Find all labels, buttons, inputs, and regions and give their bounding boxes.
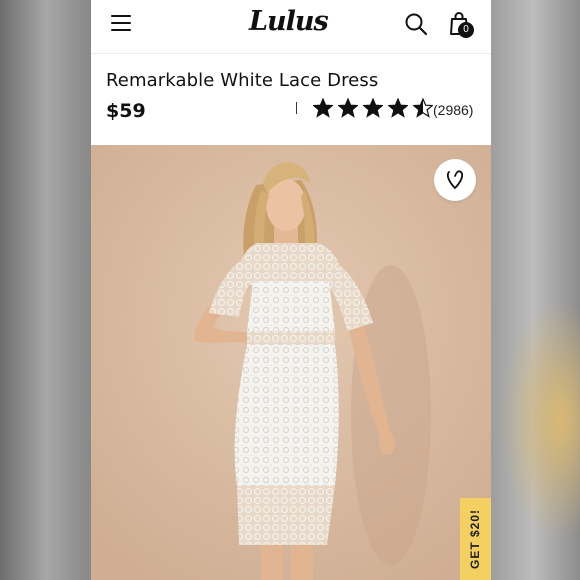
hamburger-menu-icon[interactable] <box>111 15 131 33</box>
star-half-icon <box>413 98 433 118</box>
review-count[interactable]: (2986) <box>433 102 473 118</box>
top-nav: Lulus 0 <box>91 0 491 54</box>
mobile-page: Lulus 0 Remarkable White Lace Dress $59 … <box>91 0 491 580</box>
product-title: Remarkable White Lace Dress <box>106 70 379 91</box>
rating-stars[interactable] <box>313 98 433 118</box>
search-icon[interactable] <box>404 12 428 36</box>
model-photo <box>91 145 491 580</box>
cart-count-badge: 0 <box>458 22 474 38</box>
heart-icon <box>446 170 464 190</box>
star-full-icon <box>338 98 358 118</box>
promo-tab[interactable]: GET $20! <box>460 498 491 580</box>
star-full-icon <box>388 98 408 118</box>
favorite-button[interactable] <box>434 159 476 201</box>
separator <box>296 102 297 114</box>
product-price: $59 <box>106 100 146 122</box>
brand-logo[interactable]: Lulus <box>249 6 329 42</box>
promo-label: GET $20! <box>468 508 483 570</box>
star-full-icon <box>313 98 333 118</box>
product-image[interactable]: GET $20! <box>91 145 491 580</box>
star-full-icon <box>363 98 383 118</box>
